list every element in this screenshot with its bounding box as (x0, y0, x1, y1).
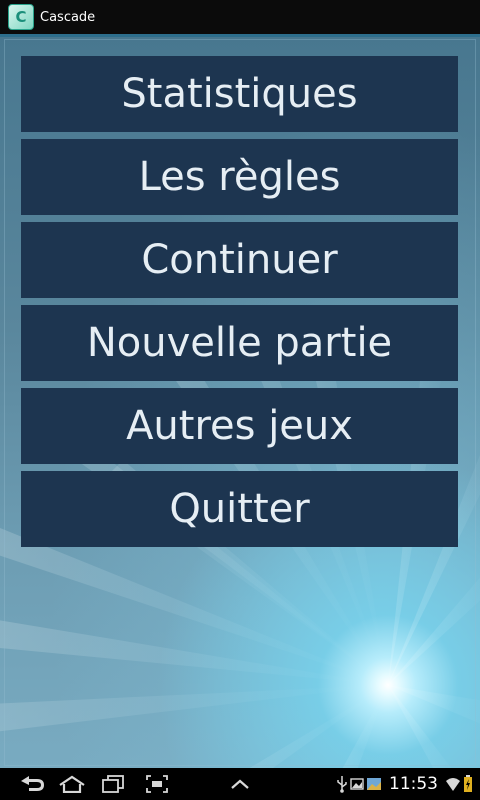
image-icon (350, 777, 364, 791)
main-content: Statistiques Les règles Continuer Nouvel… (0, 37, 480, 768)
quit-button[interactable]: Quitter (21, 471, 458, 547)
wifi-icon (445, 776, 461, 792)
main-menu: Statistiques Les règles Continuer Nouvel… (21, 56, 458, 554)
menu-up-icon[interactable] (226, 774, 254, 794)
continue-button[interactable]: Continuer (21, 222, 458, 298)
status-area: 11:53 (335, 771, 474, 797)
recent-apps-icon[interactable] (98, 774, 128, 794)
other-games-button[interactable]: Autres jeux (21, 388, 458, 464)
system-nav-bar: 11:53 (0, 768, 480, 800)
battery-charging-icon (463, 775, 473, 793)
app-screen: C Cascade Statistiques Les règles Contin… (0, 0, 480, 800)
screenshot-icon[interactable] (144, 774, 170, 794)
app-icon: C (8, 4, 34, 30)
rules-button[interactable]: Les règles (21, 139, 458, 215)
statistics-button[interactable]: Statistiques (21, 56, 458, 132)
home-icon[interactable] (54, 774, 90, 794)
back-icon[interactable] (14, 774, 50, 794)
clock: 11:53 (389, 774, 438, 794)
title-bar: C Cascade (0, 0, 480, 34)
app-title: Cascade (40, 9, 96, 25)
new-game-button[interactable]: Nouvelle partie (21, 305, 458, 381)
photo-icon (366, 777, 382, 791)
usb-icon (336, 775, 348, 793)
